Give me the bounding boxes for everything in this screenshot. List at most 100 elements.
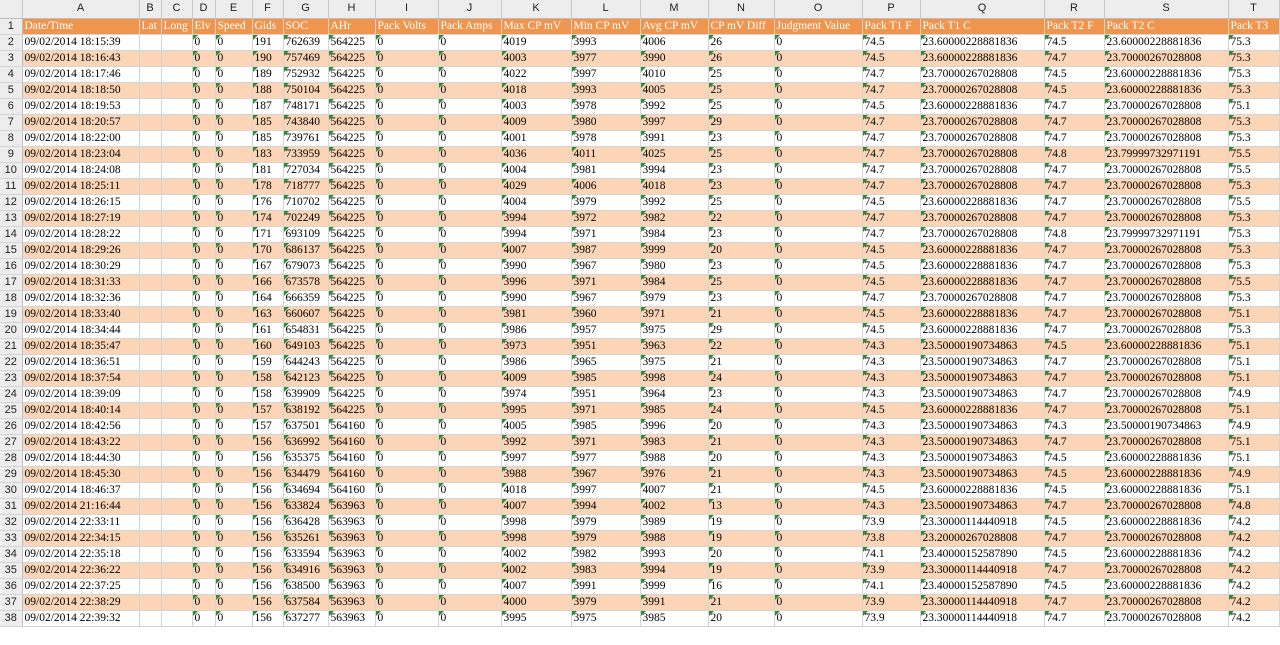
table-cell[interactable] (161, 466, 193, 483)
table-cell[interactable]: 757469 (283, 50, 329, 67)
header-cell[interactable]: Avg CP mV (640, 18, 709, 35)
table-cell[interactable]: 0 (438, 434, 502, 451)
column-header-c[interactable]: C (161, 0, 193, 19)
row-number[interactable]: 27 (0, 434, 23, 451)
table-cell[interactable]: 564225 (328, 306, 376, 323)
table-cell[interactable]: 188 (252, 82, 284, 99)
column-header-l[interactable]: L (571, 0, 641, 19)
header-cell[interactable]: Long (161, 18, 193, 35)
table-cell[interactable]: 74.7 (1044, 370, 1105, 387)
table-cell[interactable]: 3963 (640, 338, 709, 355)
header-cell[interactable]: Lat (139, 18, 162, 35)
table-cell[interactable]: 4018 (501, 482, 572, 499)
table-cell[interactable]: 74.9 (1228, 386, 1280, 403)
row-number[interactable]: 13 (0, 210, 23, 227)
table-cell[interactable]: 3988 (501, 466, 572, 483)
table-cell[interactable]: 23.70000267028808 (1104, 194, 1229, 211)
table-cell[interactable] (161, 50, 193, 67)
table-cell[interactable]: 09/02/2014 18:45:30 (22, 466, 140, 483)
table-cell[interactable]: 74.5 (1044, 466, 1105, 483)
table-cell[interactable]: 23.60000228881836 (1104, 514, 1229, 531)
table-cell[interactable]: 23.70000267028808 (920, 290, 1045, 307)
table-cell[interactable]: 0 (774, 466, 863, 483)
table-cell[interactable]: 13 (708, 498, 775, 515)
table-cell[interactable]: 74.7 (862, 162, 921, 179)
table-cell[interactable]: 3990 (501, 290, 572, 307)
table-cell[interactable]: 3971 (571, 274, 641, 291)
table-cell[interactable]: 23.70000267028808 (1104, 594, 1229, 611)
table-cell[interactable]: 174 (252, 210, 284, 227)
table-cell[interactable]: 0 (192, 306, 216, 323)
table-cell[interactable]: 23.50000190734863 (920, 498, 1045, 515)
table-cell[interactable] (139, 450, 162, 467)
table-cell[interactable]: 0 (215, 50, 253, 67)
table-cell[interactable] (161, 34, 193, 51)
table-cell[interactable]: 25 (708, 194, 775, 211)
table-cell[interactable]: 75.3 (1228, 50, 1280, 67)
table-cell[interactable]: 23.20000267028808 (920, 530, 1045, 547)
table-cell[interactable]: 29 (708, 322, 775, 339)
table-cell[interactable]: 3988 (640, 450, 709, 467)
table-cell[interactable]: 0 (192, 402, 216, 419)
table-cell[interactable]: 0 (438, 594, 502, 611)
table-cell[interactable]: 74.7 (1044, 210, 1105, 227)
table-cell[interactable]: 0 (215, 370, 253, 387)
row-number[interactable]: 17 (0, 274, 23, 291)
table-cell[interactable]: 75.1 (1228, 370, 1280, 387)
table-cell[interactable]: 3997 (640, 114, 709, 131)
table-cell[interactable]: 74.7 (862, 290, 921, 307)
row-number[interactable]: 14 (0, 226, 23, 243)
table-cell[interactable]: 3964 (640, 386, 709, 403)
table-cell[interactable] (139, 610, 162, 627)
table-cell[interactable]: 3978 (571, 98, 641, 115)
table-cell[interactable]: 09/02/2014 18:26:15 (22, 194, 140, 211)
table-cell[interactable]: 564225 (328, 226, 376, 243)
table-cell[interactable]: 3996 (640, 418, 709, 435)
table-cell[interactable]: 0 (774, 434, 863, 451)
table-cell[interactable]: 75.1 (1228, 450, 1280, 467)
table-cell[interactable]: 0 (375, 66, 439, 83)
table-cell[interactable]: 23.50000190734863 (920, 370, 1045, 387)
table-cell[interactable]: 0 (375, 530, 439, 547)
table-cell[interactable] (139, 130, 162, 147)
table-cell[interactable]: 3996 (501, 274, 572, 291)
table-cell[interactable]: 3998 (640, 370, 709, 387)
table-cell[interactable]: 634916 (283, 562, 329, 579)
table-cell[interactable]: 0 (774, 354, 863, 371)
table-cell[interactable]: 0 (774, 162, 863, 179)
table-cell[interactable]: 22 (708, 338, 775, 355)
table-cell[interactable]: 23.60000228881836 (920, 322, 1045, 339)
table-cell[interactable]: 23.70000267028808 (920, 178, 1045, 195)
table-cell[interactable]: 160 (252, 338, 284, 355)
table-cell[interactable]: 0 (438, 610, 502, 627)
column-header-g[interactable]: G (283, 0, 329, 19)
table-cell[interactable]: 158 (252, 370, 284, 387)
table-cell[interactable]: 0 (375, 610, 439, 627)
header-cell[interactable]: Pack T2 C (1104, 18, 1229, 35)
table-cell[interactable]: 0 (192, 322, 216, 339)
table-cell[interactable]: 710702 (283, 194, 329, 211)
table-cell[interactable] (139, 322, 162, 339)
table-cell[interactable]: 23.70000267028808 (1104, 322, 1229, 339)
table-cell[interactable]: 185 (252, 114, 284, 131)
table-cell[interactable]: 09/02/2014 18:16:43 (22, 50, 140, 67)
table-cell[interactable]: 0 (774, 226, 863, 243)
table-cell[interactable]: 3997 (571, 482, 641, 499)
table-cell[interactable]: 23.60000228881836 (1104, 482, 1229, 499)
table-cell[interactable]: 739761 (283, 130, 329, 147)
table-cell[interactable]: 74.2 (1228, 562, 1280, 579)
table-cell[interactable]: 23.70000267028808 (1104, 130, 1229, 147)
table-cell[interactable]: 74.2 (1228, 610, 1280, 627)
table-cell[interactable]: 0 (215, 610, 253, 627)
table-cell[interactable] (161, 530, 193, 547)
table-cell[interactable]: 74.9 (1228, 466, 1280, 483)
table-cell[interactable]: 639909 (283, 386, 329, 403)
table-cell[interactable]: 09/02/2014 22:38:29 (22, 594, 140, 611)
table-cell[interactable]: 23.50000190734863 (920, 386, 1045, 403)
table-cell[interactable]: 74.3 (862, 498, 921, 515)
table-cell[interactable] (139, 578, 162, 595)
header-cell[interactable]: Date/Time (22, 18, 140, 35)
table-cell[interactable]: 23 (708, 226, 775, 243)
table-cell[interactable]: 4007 (501, 498, 572, 515)
table-cell[interactable]: 74.2 (1228, 578, 1280, 595)
